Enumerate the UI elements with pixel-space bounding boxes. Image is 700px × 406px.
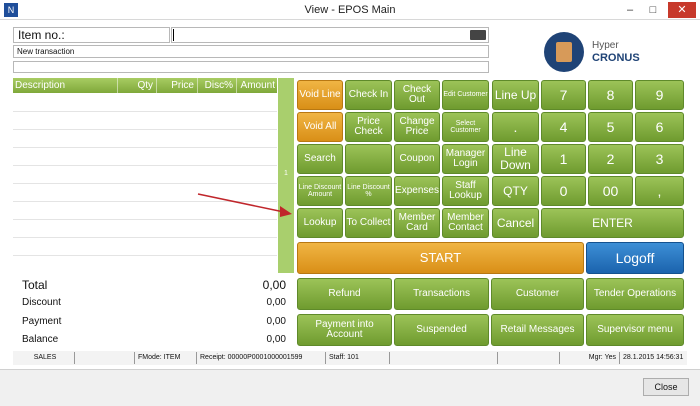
void-line-button[interactable]: Void Line bbox=[297, 80, 343, 110]
status-mode: SALES bbox=[13, 352, 75, 364]
keyboard-icon[interactable] bbox=[470, 30, 486, 40]
cancel-button[interactable]: Cancel bbox=[492, 208, 539, 238]
column-header-description[interactable]: Description bbox=[13, 78, 116, 93]
message-field bbox=[13, 61, 489, 73]
discount-value: 0,00 bbox=[266, 297, 286, 308]
item-no-input[interactable] bbox=[171, 27, 489, 43]
balance-value: 0,00 bbox=[266, 334, 286, 345]
grid-row-line bbox=[13, 165, 277, 166]
grid-row-line bbox=[13, 129, 277, 130]
key-8[interactable]: 8 bbox=[588, 80, 633, 110]
key-4[interactable]: 4 bbox=[541, 112, 586, 142]
key-5[interactable]: 5 bbox=[588, 112, 633, 142]
column-header-disc[interactable]: Disc% bbox=[197, 78, 235, 93]
status-mgr: Mgr: Yes bbox=[560, 352, 620, 364]
change-price-button[interactable]: Change Price bbox=[394, 112, 440, 142]
lookup-button[interactable]: Lookup bbox=[297, 208, 343, 238]
column-header-price[interactable]: Price bbox=[156, 78, 196, 93]
search-button[interactable]: Search bbox=[297, 144, 343, 174]
page-indicator: 1 bbox=[284, 170, 288, 177]
close-button[interactable]: Close bbox=[643, 378, 689, 396]
payment-value: 0,00 bbox=[266, 316, 286, 327]
key-dot[interactable]: . bbox=[492, 112, 539, 142]
column-header-amount[interactable]: Amount bbox=[236, 78, 277, 93]
balance-label: Balance bbox=[22, 334, 59, 345]
expenses-button[interactable]: Expenses bbox=[394, 176, 440, 206]
tender-operations-button[interactable]: Tender Operations bbox=[586, 278, 684, 310]
suspended-button[interactable]: Suspended bbox=[394, 314, 489, 346]
line-down-button[interactable]: Line Down bbox=[492, 144, 539, 174]
column-header-qty[interactable]: Qty bbox=[117, 78, 155, 93]
customer-button[interactable]: Customer bbox=[491, 278, 584, 310]
line-up-button[interactable]: Line Up bbox=[492, 80, 539, 110]
edit-customer-button[interactable]: Edit Customer bbox=[442, 80, 489, 110]
qty-button[interactable]: QTY bbox=[492, 176, 539, 206]
coupon-button[interactable]: Coupon bbox=[394, 144, 440, 174]
price-check-button[interactable]: Price Check bbox=[345, 112, 392, 142]
refund-button[interactable]: Refund bbox=[297, 278, 392, 310]
grid-row-line bbox=[13, 255, 277, 256]
start-button[interactable]: START bbox=[297, 242, 584, 274]
status-staff: Staff: 101 bbox=[326, 352, 390, 364]
void-all-button[interactable]: Void All bbox=[297, 112, 343, 142]
item-no-label: Item no.: bbox=[13, 27, 170, 43]
member-card-button[interactable]: Member Card bbox=[394, 208, 440, 238]
member-contact-button[interactable]: Member Contact bbox=[442, 208, 489, 238]
minimize-icon[interactable]: – bbox=[620, 2, 640, 18]
window-title: View - EPOS Main bbox=[304, 4, 396, 16]
text-cursor bbox=[173, 29, 174, 41]
line-discount-percent-button[interactable]: Line Discount % bbox=[345, 176, 392, 206]
key-3[interactable]: 3 bbox=[635, 144, 684, 174]
manager-login-button[interactable]: Manager Login bbox=[442, 144, 489, 174]
retail-messages-button[interactable]: Retail Messages bbox=[491, 314, 584, 346]
total-value: 0,00 bbox=[262, 278, 286, 292]
annotation-arrow-icon bbox=[197, 193, 292, 217]
supervisor-menu-button[interactable]: Supervisor menu bbox=[586, 314, 684, 346]
check-out-button[interactable]: Check Out bbox=[394, 80, 440, 110]
status-empty bbox=[498, 352, 560, 364]
key-6[interactable]: 6 bbox=[635, 112, 684, 142]
payment-label: Payment bbox=[22, 316, 62, 327]
select-customer-button[interactable]: Select Customer bbox=[442, 112, 489, 142]
grid-row-line bbox=[13, 237, 277, 238]
payment-into-account-button[interactable]: Payment into Account bbox=[297, 314, 392, 346]
discount-label: Discount bbox=[22, 297, 61, 308]
key-2[interactable]: 2 bbox=[588, 144, 633, 174]
status-receipt: Receipt: 00000P0001000001599 bbox=[197, 352, 326, 364]
close-window-icon[interactable]: ✕ bbox=[668, 2, 696, 18]
key-0[interactable]: 0 bbox=[541, 176, 586, 206]
grid-row-line bbox=[13, 111, 277, 112]
key-7[interactable]: 7 bbox=[541, 80, 586, 110]
logoff-button[interactable]: Logoff bbox=[586, 242, 684, 274]
status-empty bbox=[75, 352, 135, 364]
key-1[interactable]: 1 bbox=[541, 144, 586, 174]
transactions-button[interactable]: Transactions bbox=[394, 278, 489, 310]
line-discount-amount-button[interactable]: Line Discount Amount bbox=[297, 176, 343, 206]
total-label: Total bbox=[22, 278, 48, 292]
grid-row-line bbox=[13, 183, 277, 184]
key-00[interactable]: 00 bbox=[588, 176, 633, 206]
check-in-button[interactable]: Check In bbox=[345, 80, 392, 110]
to-collect-button[interactable]: To Collect bbox=[345, 208, 392, 238]
enter-button[interactable]: ENTER bbox=[541, 208, 684, 238]
logo-text-hyper: Hyper bbox=[592, 40, 619, 51]
dialog-footer bbox=[0, 369, 700, 406]
status-empty bbox=[390, 352, 498, 364]
logo-text-cronus: CRONUS bbox=[592, 52, 640, 64]
maximize-icon[interactable]: □ bbox=[643, 2, 663, 18]
status-fmode: FMode: ITEM bbox=[135, 352, 197, 364]
key-comma[interactable]: , bbox=[635, 176, 684, 206]
shopping-bag-icon bbox=[556, 42, 572, 62]
grid-row-line bbox=[13, 147, 277, 148]
transaction-info-field: New transaction bbox=[13, 45, 489, 58]
staff-lookup-button[interactable]: Staff Lookup bbox=[442, 176, 489, 206]
status-datetime: 28.1.2015 14:56:31 bbox=[623, 354, 684, 361]
blank-button[interactable] bbox=[345, 144, 392, 174]
key-9[interactable]: 9 bbox=[635, 80, 684, 110]
